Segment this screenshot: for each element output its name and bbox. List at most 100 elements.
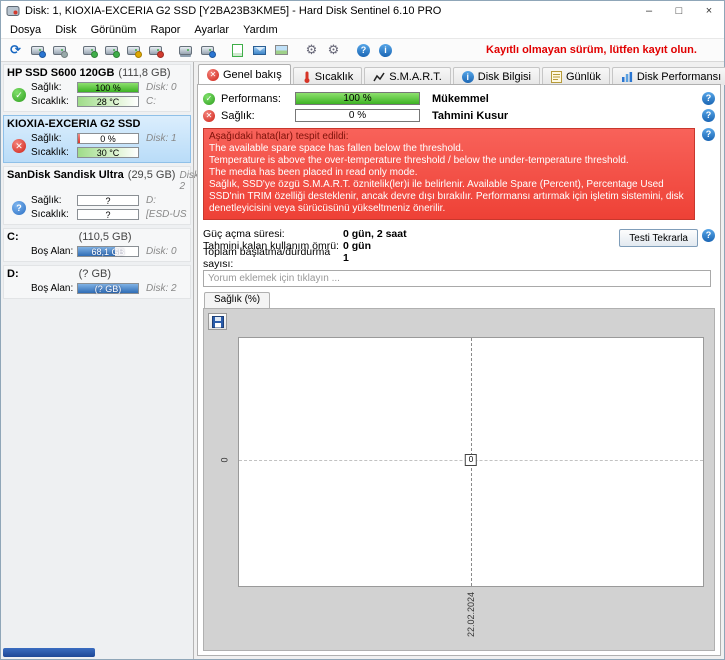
disk-scan-icon[interactable] — [28, 41, 47, 59]
comment-input[interactable] — [203, 270, 711, 287]
minimize-button[interactable]: – — [634, 1, 664, 21]
row-label: Boş Alan: — [31, 283, 74, 294]
disk-remove-icon[interactable] — [146, 41, 165, 59]
comment-section — [203, 270, 715, 287]
report-icon[interactable] — [228, 41, 247, 59]
free-space-bar: 68,1 GB — [77, 246, 139, 257]
error-heading: Aşağıdaki hata(lar) tespit edildi: — [209, 131, 349, 142]
help-icon[interactable]: ? — [702, 92, 715, 105]
chart-tab-health[interactable]: Sağlık (%) — [204, 292, 271, 308]
maximize-button[interactable]: □ — [664, 1, 694, 21]
tab-sicaklik[interactable]: Sıcaklık — [292, 67, 363, 85]
temperature-row: Sıcaklık: 30 °C — [31, 146, 187, 159]
status-unknown-icon: ? — [12, 200, 26, 215]
save-chart-button[interactable] — [208, 313, 227, 330]
partition-size: (110,5 GB) — [78, 231, 132, 243]
tools-icon[interactable]: ⚙ — [324, 41, 343, 59]
row-right: D: — [146, 195, 156, 206]
window-title: Disk: 1, KIOXIA-EXCERIA G2 SSD [Y2BA23B3… — [25, 5, 442, 17]
performance-gauge: ✓ Performans: 100 % Mükemmel ? — [203, 90, 715, 107]
chart-tabs: Sağlık (%) — [203, 292, 715, 308]
disk-stack-icon[interactable] — [176, 41, 195, 59]
menu-ayarlar[interactable]: Ayarlar — [187, 23, 236, 37]
health-gauge: ✕ Sağlık: 0 % Tahmini Kusur ? — [203, 107, 715, 124]
disk-name: KIOXIA-EXCERIA G2 SSD — [7, 118, 141, 130]
disk-item-kioxia-selected[interactable]: KIOXIA-EXCERIA G2 SSD ✕ Sağlık: 0 % Disk… — [3, 115, 191, 163]
stat-label: Güç açma süresi: — [203, 228, 285, 240]
info-icon: i — [461, 70, 474, 83]
tab-disk-performansi[interactable]: Disk Performansı — [611, 67, 725, 85]
tab-disk-bilgisi[interactable]: i Disk Bilgisi — [452, 67, 540, 85]
disk-item-hp-ssd[interactable]: HP SSD S600 120GB (111,8 GB) ✓ Sağlık: 1… — [3, 64, 191, 112]
row-right: [ESD-USB] — [146, 209, 187, 220]
help-icon[interactable]: ? — [702, 229, 715, 242]
info-icon[interactable]: i — [376, 41, 395, 59]
tab-genel-bakis[interactable]: ✕ Genel bakış — [198, 64, 291, 85]
chart-cursor-marker[interactable]: 0 — [464, 453, 478, 466]
tab-label: Disk Performansı — [636, 70, 722, 83]
stat-value: 0 gün — [343, 240, 371, 252]
floppy-icon — [211, 315, 224, 328]
stat-value: 0 gün, 2 saat — [343, 228, 407, 240]
health-row: Sağlık: 0 % Disk: 1 — [31, 132, 187, 145]
menu-rapor[interactable]: Rapor — [143, 23, 187, 37]
tab-gunluk[interactable]: Günlük — [541, 67, 610, 85]
tab-label: Genel bakış — [223, 69, 282, 81]
image-icon[interactable] — [272, 41, 291, 59]
health-bar: 0 % — [295, 109, 420, 122]
x-axis-date-label: 22.02.2024 — [466, 592, 476, 638]
disk-warning-icon[interactable] — [124, 41, 143, 59]
close-button[interactable]: × — [694, 1, 724, 21]
thermometer-icon — [302, 71, 311, 83]
chart-area: 0 0 22.02.2024 — [203, 308, 715, 651]
disk-usb-icon[interactable] — [198, 41, 217, 59]
disk-size: (29,5 GB) — [127, 169, 176, 181]
help-icon[interactable]: ? — [354, 41, 373, 59]
error-line: Temperature is above the over-temperatur… — [209, 155, 629, 166]
retest-button[interactable]: Testi Tekrarla — [619, 229, 698, 247]
partition-name: C: — [7, 231, 19, 243]
log-icon — [550, 70, 562, 83]
row-label: Sağlık: — [31, 133, 62, 144]
row-label: Sağlık: — [31, 195, 62, 206]
titlebar: Disk: 1, KIOXIA-EXCERIA G2 SSD [Y2BA23B3… — [1, 1, 724, 21]
disk-accept-icon[interactable] — [80, 41, 99, 59]
performance-label: Performans: — [221, 92, 281, 105]
menu-disk[interactable]: Disk — [48, 23, 83, 37]
disk-list: HP SSD S600 120GB (111,8 GB) ✓ Sağlık: 1… — [1, 62, 202, 659]
partition-item-c[interactable]: C: (110,5 GB) Boş Alan: 68,1 GB Disk: 0 — [3, 228, 191, 262]
performance-bar: 100 % — [295, 92, 420, 105]
chart-section: Sağlık (%) 0 0 22.02.2024 — [203, 292, 715, 651]
error-icon: ✕ — [207, 69, 219, 81]
help-icon[interactable]: ? — [702, 128, 715, 141]
disk-name: SanDisk Sandisk Ultra — [7, 169, 124, 181]
partition-name: D: — [7, 268, 19, 280]
tab-label: Disk Bilgisi — [477, 70, 531, 83]
row-right: Disk: 2 — [146, 283, 177, 294]
tab-smart[interactable]: S.M.A.R.T. — [364, 67, 451, 85]
error-line: SSD'nin TRIM özelliği desteklenir, ancak… — [209, 191, 684, 214]
free-space-bar: (? GB) — [77, 283, 139, 294]
partition-item-d[interactable]: D: (? GB) Boş Alan: (? GB) Disk: 2 — [3, 265, 191, 299]
refresh-icon[interactable]: ⟳ — [6, 41, 25, 59]
menu-gorunum[interactable]: Görünüm — [84, 23, 144, 37]
temperature-row: Sıcaklık: ? [ESD-USB] — [31, 208, 187, 221]
chart-plot: 0 — [238, 337, 704, 587]
menu-dosya[interactable]: Dosya — [3, 23, 48, 37]
disk-name: HP SSD S600 120GB — [7, 67, 115, 79]
temperature-bar: ? — [77, 209, 139, 220]
mail-icon[interactable] — [250, 41, 269, 59]
menu-bar: Dosya Disk Görünüm Rapor Ayarlar Yardım — [1, 21, 724, 38]
unregistered-notice[interactable]: Kayıtlı olmayan sürüm, lütfen kayıt olun… — [486, 44, 697, 56]
menu-yardim[interactable]: Yardım — [236, 23, 285, 37]
help-icon[interactable]: ? — [702, 109, 715, 122]
health-rating: Tahmini Kusur — [432, 109, 509, 122]
row-label: Boş Alan: — [31, 246, 74, 257]
tab-label: Sıcaklık — [314, 70, 354, 83]
disk-add-icon[interactable] — [102, 41, 121, 59]
disk-item-sandisk[interactable]: SanDisk Sandisk Ultra (29,5 GB) Disk: 2 … — [3, 166, 202, 225]
disk-surface-test-icon[interactable] — [50, 41, 69, 59]
gear-icon[interactable]: ⚙ — [302, 41, 321, 59]
tab-label: S.M.A.R.T. — [389, 70, 442, 83]
row-label: Sıcaklık: — [31, 209, 69, 220]
